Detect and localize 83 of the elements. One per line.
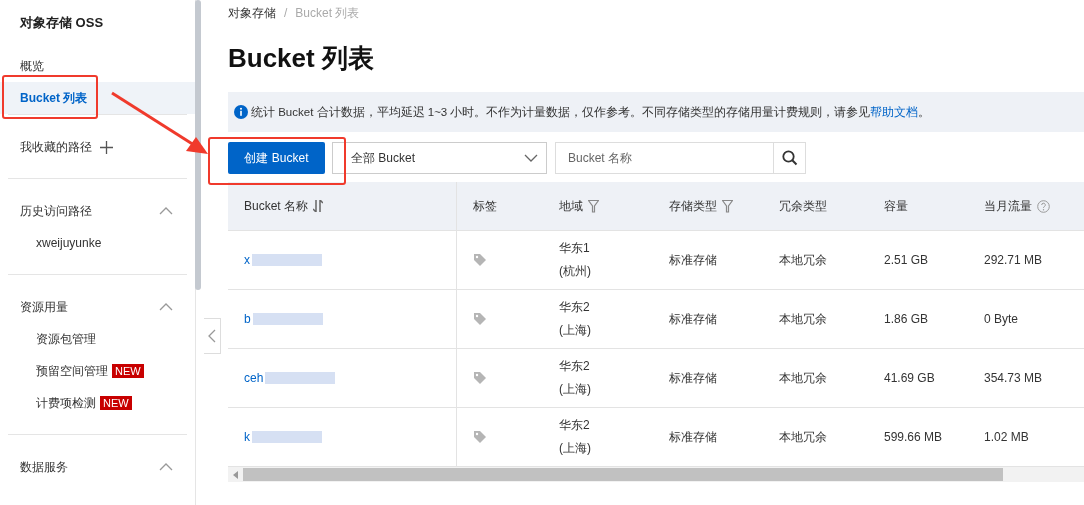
redundancy-cell: 本地冗余	[779, 369, 827, 387]
help-icon[interactable]	[1037, 199, 1050, 213]
section-title[interactable]: 我收藏的路径	[20, 138, 92, 156]
column-header: 冗余类型	[779, 197, 827, 215]
add-icon[interactable]	[100, 140, 113, 154]
sidebar-subitem[interactable]: xweijuyunke	[36, 236, 102, 250]
create-bucket-button[interactable]: 创建 Bucket	[228, 142, 325, 174]
chevron-left-icon	[208, 329, 216, 343]
capacity-cell: 2.51 GB	[884, 253, 929, 267]
column-header: 地域	[559, 197, 583, 215]
new-badge: NEW	[100, 396, 132, 410]
tag-icon[interactable]	[473, 430, 487, 444]
traffic-cell: 292.71 MB	[984, 253, 1043, 267]
column-header: Bucket 名称	[244, 197, 309, 215]
notice-text: 统计 Bucket 合计数据，平均延迟 1~3 小时。不作为计量数据，仅作参考。不同存储类型的存储用量计费规则，请参见帮助文档。	[251, 104, 931, 120]
sidebar-item[interactable]: 概览	[0, 50, 195, 82]
storage-type-cell: 标准存储	[669, 428, 717, 446]
scrollbar-thumb[interactable]	[243, 468, 1003, 481]
section-title[interactable]: 历史访问路径	[20, 202, 92, 220]
bucket-filter-dropdown[interactable]: 全部 Bucket	[332, 142, 547, 174]
tag-icon[interactable]	[473, 371, 487, 385]
capacity-cell: 41.69 GB	[884, 371, 935, 385]
region-city-cell: (杭州)	[559, 263, 591, 280]
scroll-left-icon[interactable]	[233, 470, 239, 479]
region-cell: 华东2	[559, 417, 590, 434]
tag-icon[interactable]	[473, 253, 487, 267]
collapse-button[interactable]	[204, 318, 221, 354]
column-header: 标签	[473, 197, 497, 215]
section-title[interactable]: 数据服务	[20, 458, 68, 476]
chevron-up-icon[interactable]	[159, 303, 173, 311]
horizontal-scrollbar[interactable]	[228, 467, 1084, 482]
redaction-block	[265, 372, 336, 384]
chevron-down-icon	[524, 154, 538, 162]
region-city-cell: (上海)	[559, 322, 591, 339]
traffic-cell: 0 Byte	[984, 312, 1019, 326]
info-icon	[234, 105, 248, 119]
capacity-cell: 1.86 GB	[884, 312, 929, 326]
breadcrumb-item: Bucket 列表	[295, 4, 360, 22]
help-link[interactable]: 帮助文档	[870, 105, 919, 118]
redundancy-cell: 本地冗余	[779, 428, 827, 446]
new-badge: NEW	[112, 364, 144, 378]
region-cell: 华东1	[559, 240, 590, 257]
bucket-name-link[interactable]: b	[244, 312, 251, 326]
bucket-name-link[interactable]: x	[244, 253, 250, 267]
storage-type-cell: 标准存储	[669, 369, 717, 387]
redaction-block	[252, 254, 322, 266]
capacity-cell: 599.66 MB	[884, 430, 943, 444]
filter-icon[interactable]	[722, 199, 733, 213]
breadcrumb-item[interactable]: 对象存储	[228, 4, 276, 22]
redaction-block	[252, 313, 323, 325]
sidebar-title: 对象存储 OSS	[19, 14, 105, 32]
traffic-cell: 1.02 MB	[984, 430, 1029, 444]
chevron-up-icon[interactable]	[159, 463, 173, 471]
search-button[interactable]	[773, 142, 806, 174]
page-title: Bucket 列表	[228, 42, 375, 75]
filter-icon[interactable]	[588, 199, 599, 213]
column-header: 存储类型	[669, 197, 717, 215]
region-cell: 华东2	[559, 358, 590, 375]
region-cell: 华东2	[559, 299, 590, 316]
sidebar-subitem[interactable]: 计费项检测	[36, 394, 96, 412]
scrollbar-thumb[interactable]	[195, 0, 201, 290]
redundancy-cell: 本地冗余	[779, 251, 827, 269]
region-city-cell: (上海)	[559, 440, 591, 457]
traffic-cell: 354.73 MB	[984, 371, 1043, 385]
storage-type-cell: 标准存储	[669, 310, 717, 328]
tag-icon[interactable]	[473, 312, 487, 326]
bucket-name-link[interactable]: k	[244, 430, 250, 444]
search-field[interactable]: Bucket 名称	[555, 142, 773, 174]
bucket-name-link[interactable]: ceh	[244, 371, 264, 385]
column-header: 当月流量	[984, 197, 1032, 215]
breadcrumb-separator: /	[284, 6, 288, 20]
chevron-up-icon[interactable]	[159, 207, 173, 215]
redaction-block	[252, 431, 322, 443]
column-header: 容量	[884, 197, 908, 215]
sort-icon[interactable]	[313, 200, 324, 212]
storage-type-cell: 标准存储	[669, 251, 717, 269]
search-icon	[781, 150, 798, 166]
section-title[interactable]: 资源用量	[20, 298, 68, 316]
redundancy-cell: 本地冗余	[779, 310, 827, 328]
sidebar-subitem[interactable]: 预留空间管理	[36, 362, 108, 380]
sidebar-item[interactable]: Bucket 列表	[0, 82, 195, 114]
sidebar-subitem[interactable]: 资源包管理	[36, 330, 96, 348]
region-city-cell: (上海)	[559, 381, 591, 398]
